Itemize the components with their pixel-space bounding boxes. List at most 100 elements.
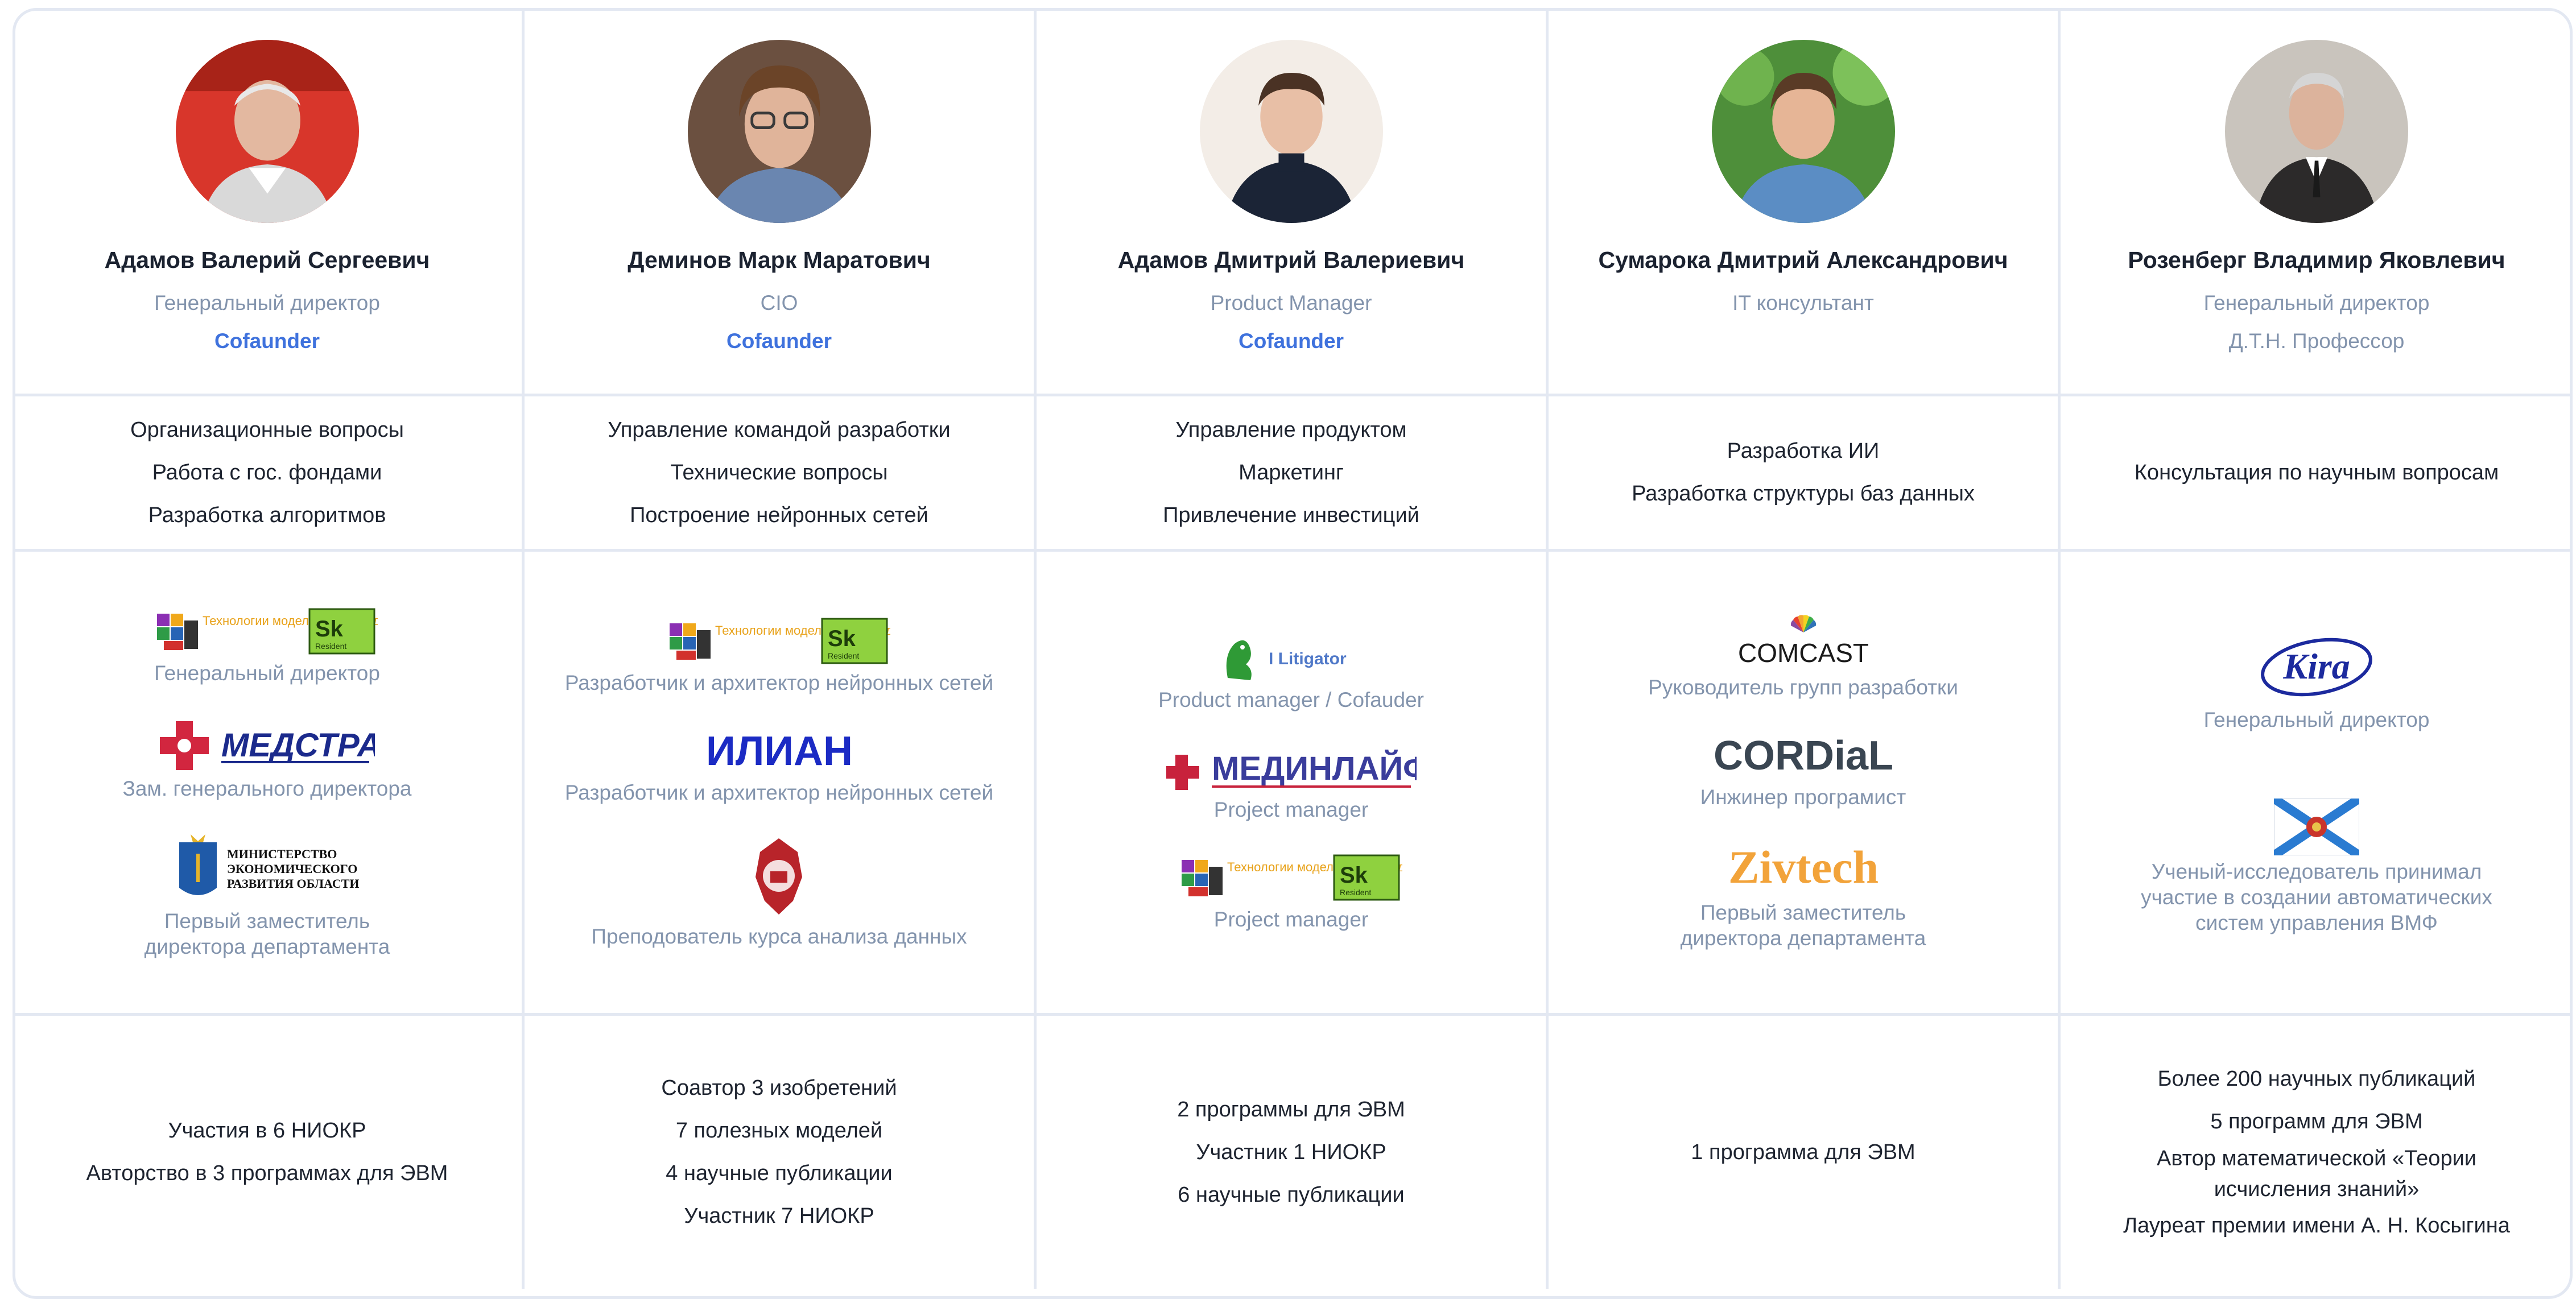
svg-text:Zivtech: Zivtech [1728,841,1878,893]
svg-text:МЕДИНЛАЙФ: МЕДИНЛАЙФ [1212,750,1417,787]
avatar [175,40,359,223]
achievements-cell-1: Участия в 6 НИОКР Авторство в 3 программ… [13,1016,525,1289]
achievements-cell-2: Соавтор 3 изобретений 7 полезных моделей… [525,1016,1037,1289]
avatar [1199,40,1383,223]
member-name: Розенберг Владимир Яковлевич [2128,247,2505,273]
experience-item: Технологии моделирования здоровья Sk Res… [1180,852,1402,932]
university-crest-logo [742,835,816,920]
team-grid: Адамов Валерий Сергеевич Генеральный дир… [13,8,2573,1289]
skill-item: Маркетинг [1239,460,1344,485]
skill-item: Привлечение инвестиций [1163,503,1419,527]
svg-text:Resident: Resident [828,651,859,660]
achievement-item: Участия в 6 НИОКР [168,1119,366,1143]
experience-label: Генеральный директор [2203,708,2430,731]
skills-cell-5: Консультация по научным вопросам [2061,396,2573,552]
achievement-item: Более 200 научных публикаций [2157,1066,2476,1091]
member-tag: Cofaunder [726,329,832,353]
experience-item: Kira Генеральный директор [2203,630,2430,733]
skill-item: Разработка алгоритмов [148,503,386,527]
svg-text:Kira: Kira [2282,646,2350,686]
skill-item: Консультация по научным вопросам [2134,460,2499,485]
profile-cell-1: Адамов Валерий Сергеевич Генеральный дир… [13,8,525,396]
medinlife-logo: МЕДИНЛАЙФ [1166,742,1417,793]
profile-cell-3: Адамов Дмитрий Валериевич Product Manage… [1037,8,1549,396]
experience-label: Project manager [1213,908,1369,931]
tmz-sk-logo: Технологии моделирования здоровья Sk Res… [156,606,378,657]
member-tag: Cofaunder [1239,329,1344,353]
experience-item: Технологии моделирования здоровья Sk Res… [154,606,380,686]
experience-item: МИНИСТЕРСТВО ЭКОНОМИЧЕСКОГО РАЗВИТИЯ ОБЛ… [119,831,415,959]
experience-item: Ученый-исследователь принимал участие в … [2112,798,2521,936]
experience-cell-1: Технологии моделирования здоровья Sk Res… [13,552,525,1016]
member-name: Деминов Марк Маратович [628,247,931,273]
experience-cell-5: Kira Генеральный директор Ученый-исследо… [2061,552,2573,1016]
ilian-logo: ИЛИАН [683,725,876,776]
profile-cell-5: Розенберг Владимир Яковлевич Генеральный… [2061,8,2573,396]
experience-cell-3: I Litigator Product manager / Cofauder М… [1037,552,1549,1016]
skill-item: Технические вопросы [670,460,888,485]
svg-text:Sk: Sk [315,617,344,642]
profile-cell-2: Деминов Марк Маратович CIO Cofaunder [525,8,1037,396]
tmz-sk-logo: Технологии моделирования здоровья Sk Res… [668,615,890,667]
avatar-photo [687,40,871,223]
experience-label: Руководитель групп разработки [1648,675,1958,699]
experience-label: Зам. генерального директора [122,776,412,800]
skill-item: Разработка ИИ [1727,439,1880,463]
experience-cell-4: COMCAST Руководитель групп разработки CO… [1549,552,2061,1016]
experience-item: Zivtech Первый заместитель директора деп… [1656,839,1951,951]
svg-text:CORDiaL: CORDiaL [1713,733,1893,779]
member-name: Адамов Дмитрий Валериевич [1117,247,1465,273]
achievement-item: Автор математической «Теории исчисления … [2156,1146,2477,1201]
experience-label: Разработчик и архитектор нейронных сетей [564,781,994,804]
skills-cell-1: Организационные вопросы Работа с гос. фо… [13,396,525,552]
experience-label: Разработчик и архитектор нейронных сетей [564,671,994,694]
member-role: Генеральный директор [2203,291,2430,315]
svg-text:РАЗВИТИЯ ОБЛАСТИ: РАЗВИТИЯ ОБЛАСТИ [227,876,360,891]
experience-item: МЕДИНЛАЙФ Project manager [1166,742,1417,822]
avatar-photo [1199,40,1383,223]
skill-item: Построение нейронных сетей [630,503,928,527]
cordial-logo: CORDiaL [1701,730,1906,781]
svg-text:ЭКОНОМИЧЕСКОГО: ЭКОНОМИЧЕСКОГО [227,862,357,876]
member-name: Сумарока Дмитрий Александрович [1598,247,2008,273]
avatar [1711,40,1895,223]
avatar [687,40,871,223]
achievement-item: 4 научные публикации [666,1161,893,1185]
avatar [2225,40,2408,223]
svg-text:I Litigator: I Litigator [1269,650,1347,668]
svg-text:Resident: Resident [315,642,346,651]
avatar-photo [2225,40,2408,223]
experience-item: CORDiaL Инжинер програмист [1700,730,1906,810]
member-role: IT консультант [1732,291,1874,315]
comcast-logo: COMCAST [1712,614,1894,671]
member-name: Адамов Валерий Сергеевич [104,247,430,273]
medstrakh-logo: МЕДСТРАХ [159,715,375,772]
achievement-item: Участник 7 НИОКР [684,1204,874,1228]
achievement-item: 7 полезных моделей [675,1119,883,1143]
achievement-item: Соавтор 3 изобретений [661,1076,897,1100]
svg-text:МИНИСТЕРСТВО: МИНИСТЕРСТВО [227,847,337,861]
skill-item: Организационные вопросы [130,417,404,442]
experience-item: МЕДСТРАХ Зам. генерального директора [122,715,412,801]
avatar-photo [1711,40,1895,223]
ministry-logo: МИНИСТЕРСТВО ЭКОНОМИЧЕСКОГО РАЗВИТИЯ ОБЛ… [174,831,361,905]
experience-label: Ученый-исследователь принимал участие в … [2141,859,2492,934]
svg-text:ИЛИАН: ИЛИАН [705,729,852,774]
svg-text:Resident: Resident [1340,888,1371,897]
experience-label: Первый заместитель директора департамент… [1680,900,1926,950]
litigator-logo: I Litigator [1217,632,1365,684]
member-tag: Cofaunder [214,329,320,353]
tmz-sk-logo: Технологии моделирования здоровья Sk Res… [1180,852,1402,903]
skills-cell-3: Управление продуктом Маркетинг Привлечен… [1037,396,1549,552]
member-tag: Д.Т.Н. Профессор [2228,329,2405,353]
member-role: CIO [760,291,798,315]
member-role: Генеральный директор [154,291,380,315]
experience-cell-2: Технологии моделирования здоровья Sk Res… [525,552,1037,1016]
avatar-photo [175,40,359,223]
achievement-item: Авторство в 3 программах для ЭВМ [86,1161,448,1185]
svg-text:Sk: Sk [1340,863,1368,888]
experience-label: Первый заместитель директора департамент… [144,909,390,958]
experience-item: COMCAST Руководитель групп разработки [1648,614,1958,700]
achievements-cell-3: 2 программы для ЭВМ Участник 1 НИОКР 6 н… [1037,1016,1549,1289]
svg-text:COMCAST: COMCAST [1738,638,1869,668]
